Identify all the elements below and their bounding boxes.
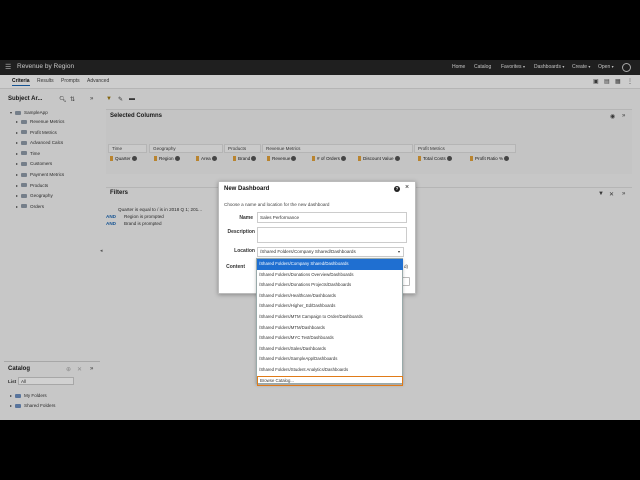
application-window: ☰ Revenue by Region Home Catalog Favorit… bbox=[0, 60, 640, 420]
location-option[interactable]: /Shared Folders/Healthcare/Dashboards bbox=[257, 291, 403, 302]
location-option[interactable]: /Shared Folders/Sales/Dashboards bbox=[257, 344, 403, 355]
name-label: Name bbox=[239, 215, 253, 221]
location-option[interactable]: /Shared Folders/MTM Campaign to Order/Da… bbox=[257, 312, 403, 323]
location-option[interactable]: /Shared Folders/MTM/Dashboards bbox=[257, 323, 403, 334]
dialog-title: New Dashboard bbox=[224, 186, 270, 192]
location-option[interactable]: /Shared Folders/SampleApp/Dashboards bbox=[257, 354, 403, 365]
browse-catalog-option[interactable]: Browse Catalog... bbox=[257, 375, 403, 387]
location-option[interactable]: /Shared Folders/Company Shared/Dashboard… bbox=[257, 259, 403, 270]
location-label: Location bbox=[234, 248, 255, 254]
dialog-subtitle: Choose a name and location for the new d… bbox=[224, 202, 330, 207]
location-select-value: /Shared Folders/Company Shared/Dashboard… bbox=[260, 249, 356, 254]
help-icon[interactable]: ? bbox=[394, 186, 400, 192]
name-field[interactable]: Sales Performance bbox=[257, 212, 407, 223]
content-option-text: d) bbox=[404, 264, 409, 269]
location-option[interactable]: /Shared Folders/MYC Test/Dashboards bbox=[257, 333, 403, 344]
location-select[interactable]: /Shared Folders/Company Shared/Dashboard… bbox=[257, 247, 404, 257]
location-option[interactable]: /Shared Folders/Donations Projects/Dashb… bbox=[257, 280, 403, 291]
chevron-down-icon[interactable]: ▾ bbox=[398, 249, 400, 254]
location-option[interactable]: /Shared Folders/Donations Overview/Dashb… bbox=[257, 270, 403, 281]
location-option[interactable]: /Shared Folders/Higher_Ed/Dashboards bbox=[257, 301, 403, 312]
description-field[interactable] bbox=[257, 227, 407, 243]
close-icon[interactable]: × bbox=[405, 184, 409, 191]
name-field-value: Sales Performance bbox=[260, 215, 300, 220]
content-label: Content bbox=[226, 264, 245, 270]
description-label: Description bbox=[227, 229, 255, 235]
location-dropdown-list: /Shared Folders/Company Shared/Dashboard… bbox=[256, 258, 403, 387]
location-option[interactable]: /Shared Folders/Student Analytics/Dashbo… bbox=[257, 365, 403, 376]
